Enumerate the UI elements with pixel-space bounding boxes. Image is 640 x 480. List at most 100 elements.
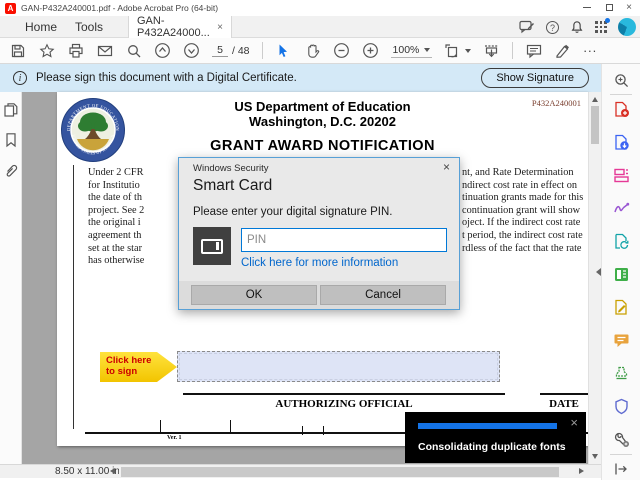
- scroll-left-arrow[interactable]: [110, 468, 115, 474]
- page-number-control: 5 / 48: [212, 44, 250, 57]
- request-signatures-icon[interactable]: [613, 299, 630, 316]
- app-grid-icon[interactable]: [595, 18, 610, 33]
- cancel-button[interactable]: Cancel: [320, 285, 446, 305]
- doc-text-line: oject. If the indirect cost rate: [462, 217, 581, 229]
- windows-security-dialog: Windows Security × Smart Card Please ent…: [178, 157, 460, 310]
- progress-bar: [418, 423, 557, 429]
- collapse-panel-arrow[interactable]: [596, 268, 601, 276]
- feedback-icon[interactable]: [519, 20, 535, 34]
- page-thumbnails-icon[interactable]: [3, 102, 19, 118]
- save-icon[interactable]: [9, 42, 26, 59]
- restore-button[interactable]: [600, 0, 618, 14]
- organize-pages-icon[interactable]: [613, 233, 630, 250]
- doc-text-line: for Institutio: [88, 179, 140, 191]
- doc-text-line: nt, and Rate Determination: [462, 167, 574, 178]
- fit-width-icon[interactable]: [483, 42, 500, 59]
- dialog-title: Windows Security: [193, 163, 269, 174]
- doc-header-line1: US Department of Education: [234, 99, 411, 114]
- attachments-icon[interactable]: [3, 163, 19, 179]
- close-button[interactable]: ×: [620, 0, 638, 14]
- avatar[interactable]: [618, 18, 636, 36]
- select-tool-icon[interactable]: [275, 42, 292, 59]
- create-pdf-icon[interactable]: [613, 101, 630, 118]
- comment-tool-icon[interactable]: [525, 42, 542, 59]
- dialog-close-icon[interactable]: ×: [443, 160, 450, 174]
- tab-bar: Home Tools GAN-P432A24000... × ?: [0, 15, 640, 39]
- scroll-up-arrow[interactable]: [592, 97, 598, 102]
- horizontal-scroll-thumb[interactable]: [121, 467, 559, 477]
- page-fit-control[interactable]: [444, 43, 472, 59]
- status-bar: 8.50 x 11.00 in: [0, 464, 601, 478]
- page-number-input[interactable]: 5: [212, 44, 228, 57]
- show-signature-button[interactable]: Show Signature: [481, 68, 589, 88]
- signature-info-bar: i Please sign this document with a Digit…: [0, 64, 601, 92]
- vertical-scrollbar[interactable]: [588, 92, 601, 464]
- doc-text-line: tinuation grants made for this: [462, 192, 584, 204]
- pin-input[interactable]: [241, 228, 447, 252]
- toolbar-separator: [261, 42, 263, 59]
- form-cell-divider: [160, 420, 161, 433]
- signature-field[interactable]: [177, 351, 500, 382]
- version-label: Ver. 1: [167, 435, 182, 441]
- doc-text-line: t period, the indirect cost rate: [462, 229, 583, 241]
- scroll-down-arrow[interactable]: [592, 454, 598, 459]
- scroll-right-arrow[interactable]: [579, 468, 584, 474]
- hand-tool-icon[interactable]: [304, 42, 321, 59]
- main-toolbar: 5 / 48 100% ...: [0, 38, 640, 64]
- dialog-heading: Smart Card: [193, 177, 273, 194]
- ok-button[interactable]: OK: [191, 285, 317, 305]
- form-cell-divider: [323, 426, 324, 435]
- doc-body-left-column: Under 2 CFR for Institutio the date of t…: [88, 167, 144, 268]
- doc-text-line: rdless of the fact that the rate: [462, 242, 582, 254]
- authorizing-official-label: AUTHORIZING OFFICIAL: [275, 398, 413, 410]
- stamp-icon[interactable]: [613, 365, 630, 382]
- doc-text-line: the date of th: [88, 192, 143, 204]
- doc-text-line: project. See 2: [88, 204, 145, 216]
- protect-icon[interactable]: [613, 398, 630, 415]
- star-icon[interactable]: [38, 42, 55, 59]
- doc-text-line: continuation grant will show: [462, 204, 581, 216]
- dialog-prompt: Please enter your digital signature PIN.: [193, 206, 393, 218]
- comment-icon[interactable]: [613, 332, 630, 349]
- sign-tag-line1: Click here: [106, 355, 152, 366]
- more-information-link[interactable]: Click here for more information: [241, 257, 398, 269]
- previous-page-icon[interactable]: [154, 42, 171, 59]
- chevron-down-icon: [424, 47, 431, 52]
- more-tools-icon[interactable]: [613, 431, 630, 448]
- click-here-to-sign-arrow[interactable]: Click here to sign: [100, 352, 177, 382]
- highlight-tool-icon[interactable]: [554, 42, 571, 59]
- toast-close-icon[interactable]: ×: [570, 415, 578, 430]
- fill-sign-icon[interactable]: [613, 200, 630, 217]
- tab-document[interactable]: GAN-P432A24000... ×: [128, 15, 232, 39]
- tab-close-icon[interactable]: ×: [217, 22, 223, 33]
- bookmarks-icon[interactable]: [3, 132, 19, 148]
- scan-ocr-icon[interactable]: [613, 266, 630, 283]
- tab-home[interactable]: Home: [25, 16, 57, 38]
- expand-panel-icon[interactable]: [613, 461, 630, 478]
- close-icon: ×: [626, 1, 632, 13]
- vertical-scroll-thumb[interactable]: [591, 106, 599, 144]
- print-icon[interactable]: [67, 42, 84, 59]
- horizontal-scrollbar[interactable]: [119, 467, 575, 477]
- search-tools-icon[interactable]: [613, 72, 630, 89]
- rail-divider: [610, 94, 632, 95]
- email-icon[interactable]: [96, 42, 113, 59]
- form-cell-divider: [230, 420, 231, 433]
- rail-divider: [610, 454, 632, 455]
- export-pdf-icon[interactable]: [613, 134, 630, 151]
- search-icon[interactable]: [125, 42, 142, 59]
- help-icon[interactable]: ?: [546, 20, 559, 34]
- tab-tools[interactable]: Tools: [75, 16, 103, 38]
- zoom-in-icon[interactable]: [362, 42, 379, 59]
- zoom-out-icon[interactable]: [333, 42, 350, 59]
- zoom-level-control[interactable]: 100%: [390, 44, 433, 58]
- doc-body-right-column: nt, and Rate Determination ndirect cost …: [462, 167, 583, 255]
- toolbar-separator: [512, 42, 514, 59]
- more-tools-ellipsis[interactable]: ...: [583, 41, 597, 58]
- minimize-button[interactable]: [578, 0, 596, 14]
- acrobat-window: A GAN-P432A240001.pdf - Adobe Acrobat Pr…: [0, 0, 640, 480]
- next-page-icon[interactable]: [183, 42, 200, 59]
- notifications-bell-icon[interactable]: [570, 20, 584, 35]
- edit-pdf-icon[interactable]: [613, 167, 630, 184]
- sign-tag-line2: to sign: [106, 366, 138, 377]
